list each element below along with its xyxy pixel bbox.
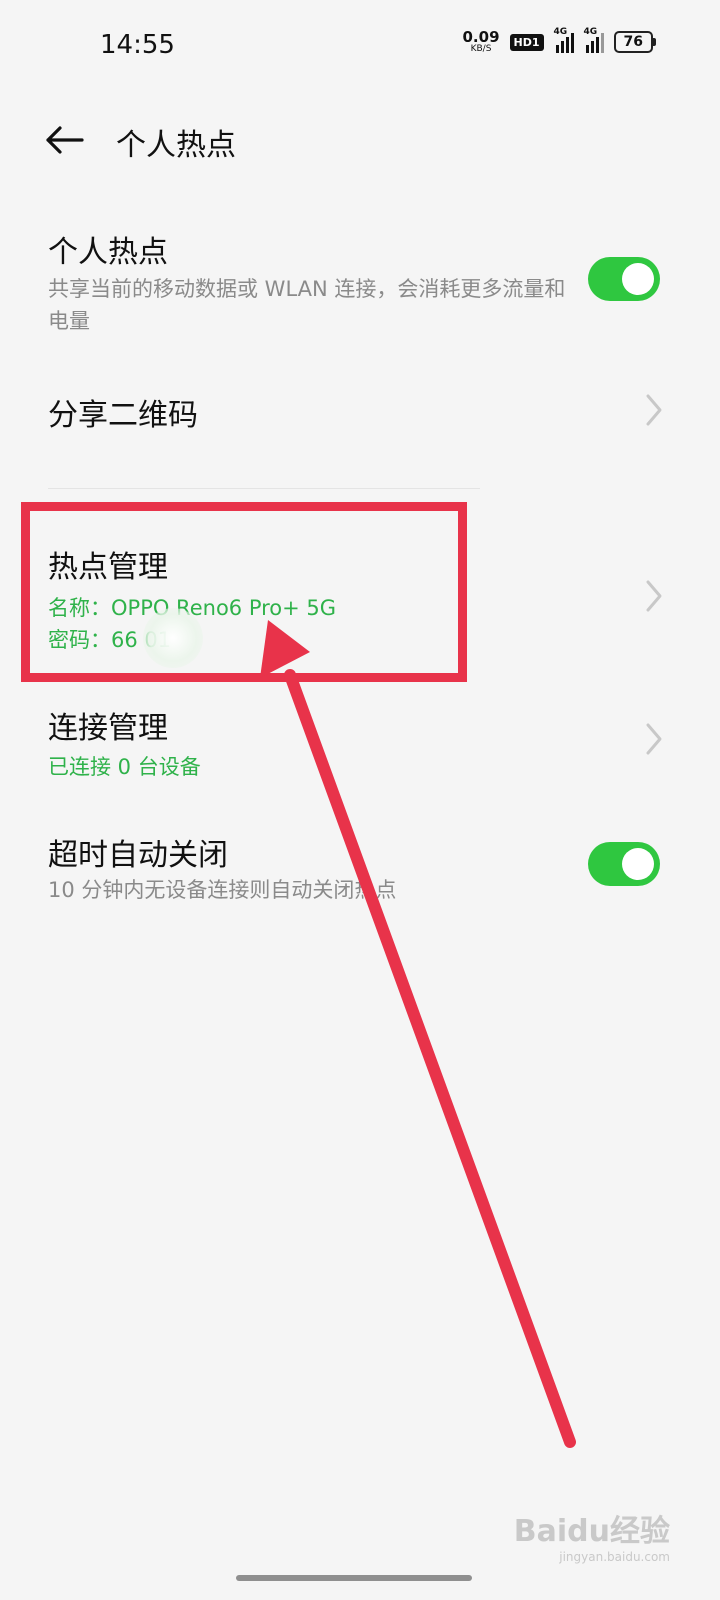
home-indicator[interactable]: [236, 1575, 472, 1581]
watermark-logo: Baidu经验: [513, 1514, 670, 1549]
annotation-arrow: [260, 620, 576, 1448]
watermark-url: jingyan.baidu.com: [559, 1550, 670, 1564]
watermark: Baidu经验 jingyan.baidu.com: [514, 1506, 670, 1564]
